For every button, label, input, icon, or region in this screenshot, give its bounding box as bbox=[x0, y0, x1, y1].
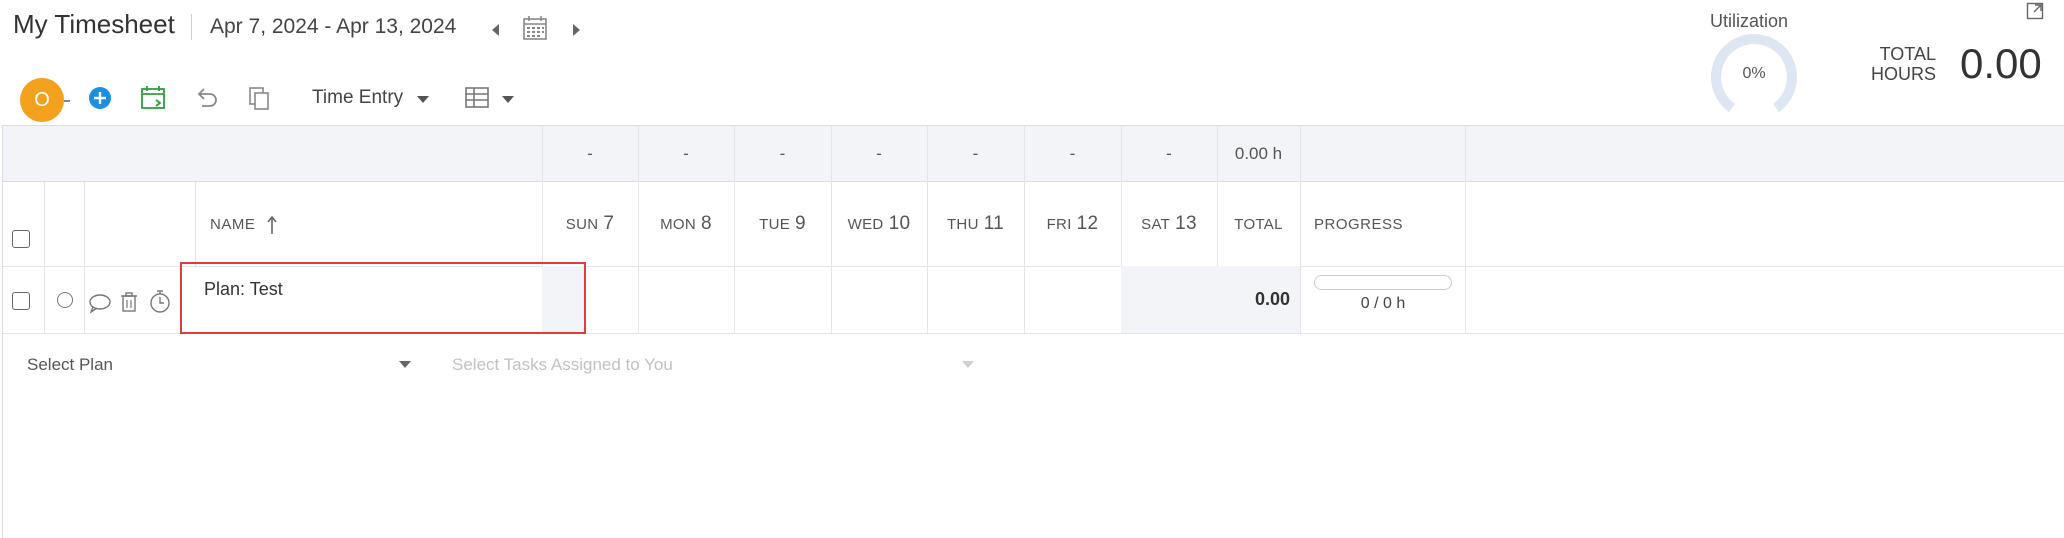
summary-tue: - bbox=[779, 143, 786, 163]
summary-sat: - bbox=[1166, 143, 1172, 163]
avatar-status-dash bbox=[64, 100, 70, 102]
chevron-down-icon[interactable] bbox=[397, 358, 413, 370]
add-icon[interactable] bbox=[86, 84, 114, 112]
row-total: 0.00 bbox=[1217, 266, 1300, 333]
table-layout-icon[interactable] bbox=[464, 86, 490, 110]
column-header-progress: PROGRESS bbox=[1314, 216, 1404, 233]
column-header-tue: TUE 9 bbox=[759, 213, 806, 234]
copy-icon[interactable] bbox=[245, 84, 273, 112]
summary-fri: - bbox=[1069, 143, 1076, 163]
column-header-mon: MON 8 bbox=[660, 213, 712, 234]
select-all-checkbox[interactable] bbox=[12, 230, 30, 248]
sat-cell-shaded[interactable] bbox=[1121, 266, 1217, 333]
column-header-sun: SUN 7 bbox=[565, 213, 615, 234]
row-checkbox[interactable] bbox=[12, 292, 30, 310]
grid-line bbox=[195, 182, 196, 266]
summary-wed: - bbox=[876, 143, 882, 163]
timer-icon[interactable] bbox=[148, 288, 172, 314]
calendar-icon[interactable] bbox=[522, 15, 548, 41]
row-status-circle[interactable] bbox=[57, 292, 73, 308]
total-hours-label: TOTAL HOURS bbox=[1870, 44, 1936, 84]
page-title: My Timesheet bbox=[13, 9, 175, 39]
grid-line bbox=[1465, 125, 1466, 333]
column-header-fri: FRI 12 bbox=[1046, 213, 1099, 234]
previous-week-icon[interactable] bbox=[486, 20, 506, 40]
grid-line bbox=[84, 182, 85, 333]
column-header-thu: THU 11 bbox=[946, 213, 1005, 234]
column-header-name[interactable]: NAME bbox=[210, 216, 255, 233]
grid-left-border bbox=[2, 125, 3, 538]
column-header-total: TOTAL bbox=[1234, 215, 1283, 233]
summary-total: 0.00 h bbox=[1234, 143, 1283, 163]
chevron-down-icon[interactable] bbox=[415, 93, 431, 105]
view-mode-dropdown[interactable]: Time Entry bbox=[312, 87, 403, 109]
row-plan-name[interactable]: Plan: Test bbox=[204, 279, 283, 300]
row-progress-text: 0 / 0 h bbox=[1360, 295, 1406, 312]
title-divider bbox=[191, 14, 192, 40]
trash-icon[interactable] bbox=[119, 291, 139, 313]
select-plan-dropdown[interactable]: Select Plan bbox=[27, 355, 113, 375]
chevron-down-icon[interactable] bbox=[960, 358, 976, 370]
expand-icon[interactable] bbox=[2026, 2, 2044, 20]
date-range[interactable]: Apr 7, 2024 - Apr 13, 2024 bbox=[210, 15, 456, 39]
grid-line bbox=[1300, 125, 1301, 333]
summary-sun: - bbox=[587, 143, 593, 163]
next-week-icon[interactable] bbox=[566, 20, 586, 40]
undo-icon[interactable] bbox=[192, 84, 220, 112]
avatar[interactable]: O bbox=[20, 78, 64, 122]
summary-mon: - bbox=[683, 143, 689, 163]
sort-ascending-icon[interactable] bbox=[266, 214, 278, 236]
add-to-calendar-icon[interactable] bbox=[139, 84, 167, 112]
grid-line bbox=[44, 182, 45, 333]
comment-icon[interactable] bbox=[88, 292, 112, 314]
chevron-down-icon[interactable] bbox=[500, 93, 516, 105]
summary-thu: - bbox=[972, 143, 979, 163]
column-header-wed: WED 10 bbox=[847, 213, 911, 234]
utilization-label: Utilization bbox=[1710, 11, 1789, 31]
utilization-percent: 0% bbox=[1742, 65, 1766, 82]
column-header-sat: SAT 13 bbox=[1141, 213, 1197, 234]
row-progress-bar bbox=[1314, 275, 1452, 290]
total-hours-value: 0.00 bbox=[1960, 40, 2042, 87]
select-tasks-dropdown[interactable]: Select Tasks Assigned to You bbox=[452, 355, 673, 375]
